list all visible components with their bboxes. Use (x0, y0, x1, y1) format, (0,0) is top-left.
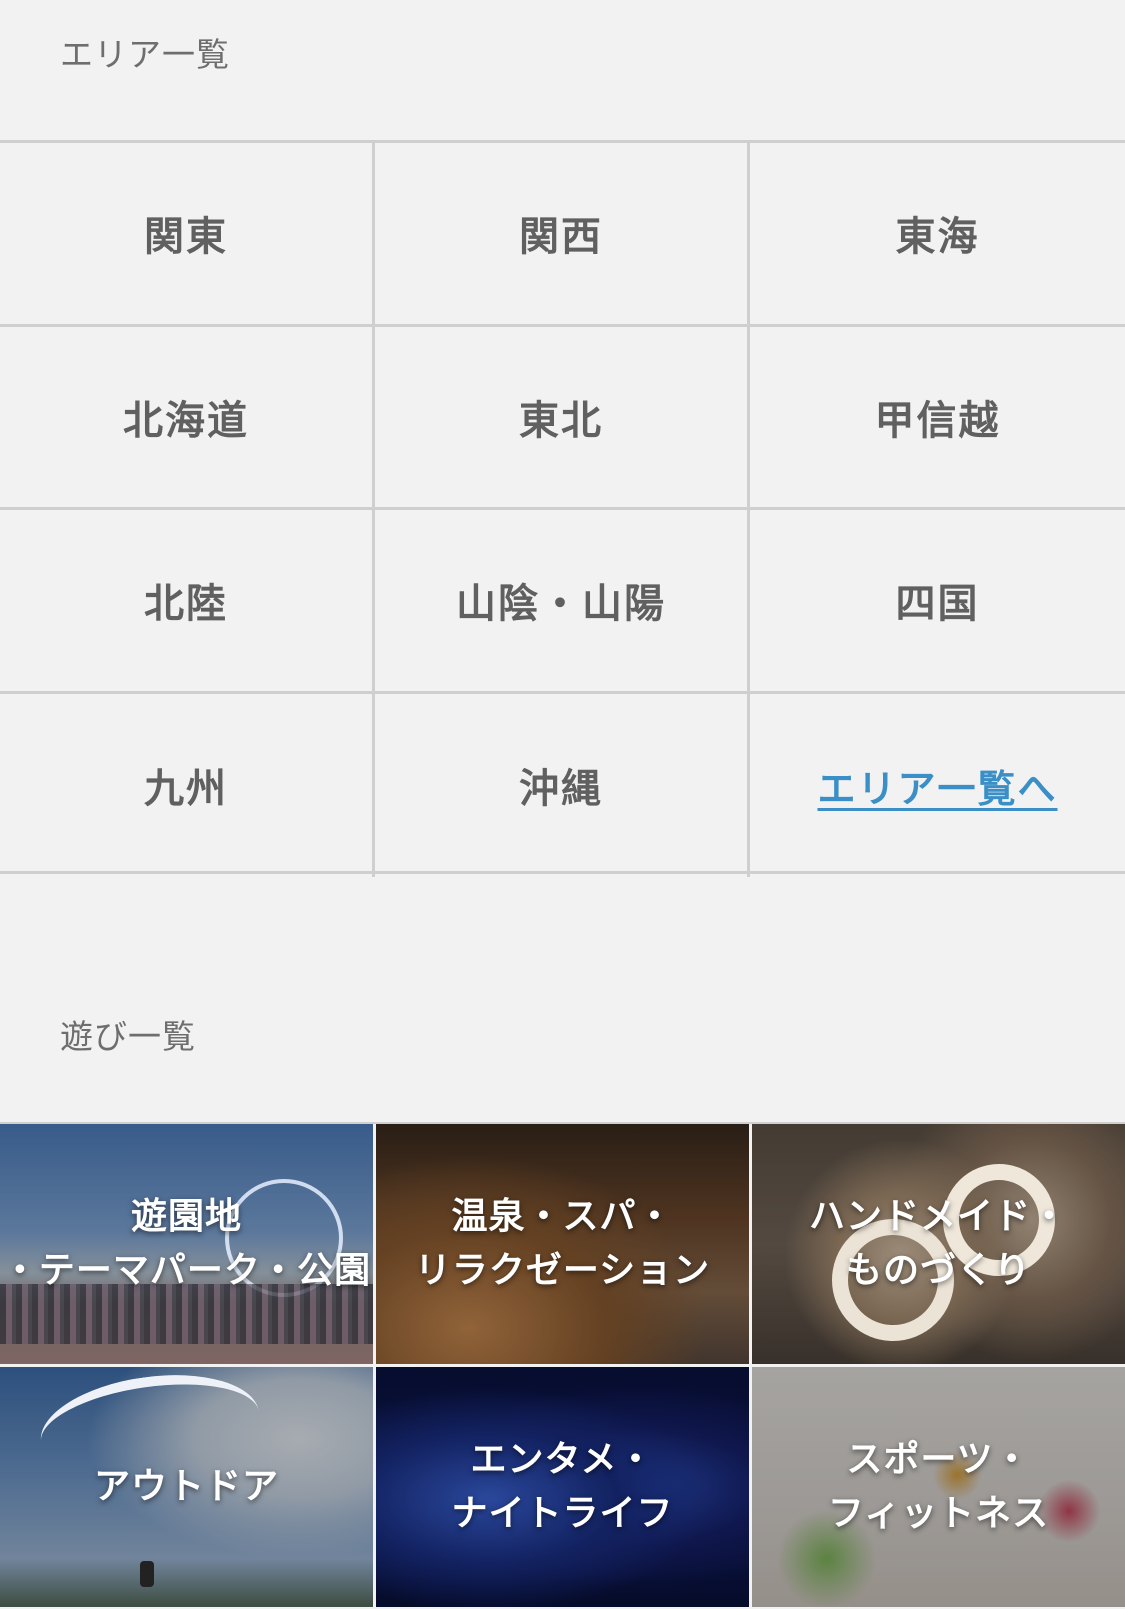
area-item-sanin-sanyo[interactable]: 山陰・山陽 (375, 510, 750, 694)
area-list-link[interactable]: エリア一覧へ (817, 758, 1057, 813)
play-tile-label: 温泉・スパ・ リラクゼーション (414, 1196, 711, 1291)
area-item-shikoku[interactable]: 四国 (750, 510, 1125, 694)
area-item-hokuriku[interactable]: 北陸 (0, 510, 375, 694)
play-tile-sports[interactable]: スポーツ・ フィットネス (752, 1367, 1125, 1607)
area-grid: 関東 関西 東海 北海道 東北 甲信越 北陸 山陰・山陽 四国 九州 沖縄 エリ… (0, 140, 1125, 877)
play-section-title: 遊び一覧 (60, 1017, 196, 1056)
play-tile-handmade[interactable]: ハンドメイド・ ものづくり (752, 1124, 1125, 1364)
play-tile-onsen[interactable]: 温泉・スパ・ リラクゼーション (376, 1124, 749, 1364)
area-item-okinawa[interactable]: 沖縄 (375, 693, 750, 877)
area-item-hokkaido[interactable]: 北海道 (0, 326, 375, 510)
page: エリア一覧 関東 関西 東海 北海道 東北 甲信越 北陸 山陰・山陽 四国 九州… (0, 0, 1125, 1609)
play-tile-outdoor[interactable]: アウトドア (0, 1367, 373, 1607)
paraglider-pilot-shape (140, 1561, 154, 1587)
area-item-tohoku[interactable]: 東北 (375, 326, 750, 510)
play-tile-label: アウトドア (93, 1466, 279, 1507)
area-item-koshinetsu[interactable]: 甲信越 (750, 327, 1125, 510)
play-grid: 遊園地 ・テーマパーク・公園 温泉・スパ・ リラクゼーション ハンドメイド・ も… (0, 1122, 1125, 1609)
play-tile-label: 遊園地 ・テーマパーク・公園 (1, 1196, 372, 1291)
area-item-kansai[interactable]: 関西 (375, 143, 750, 327)
play-tile-label: エンタメ・ ナイトライフ (451, 1439, 674, 1534)
area-item-tokai[interactable]: 東海 (750, 143, 1125, 327)
area-list-link-cell: エリア一覧へ (750, 694, 1125, 878)
area-section-title: エリア一覧 (60, 35, 230, 74)
play-tile-entertainment[interactable]: エンタメ・ ナイトライフ (376, 1367, 749, 1607)
area-item-kyushu[interactable]: 九州 (0, 693, 375, 877)
play-tile-amusement[interactable]: 遊園地 ・テーマパーク・公園 (0, 1124, 373, 1364)
play-tile-label: ハンドメイド・ ものづくり (808, 1196, 1068, 1291)
play-tile-label: スポーツ・ フィットネス (827, 1439, 1050, 1534)
area-item-kanto[interactable]: 関東 (0, 143, 375, 327)
